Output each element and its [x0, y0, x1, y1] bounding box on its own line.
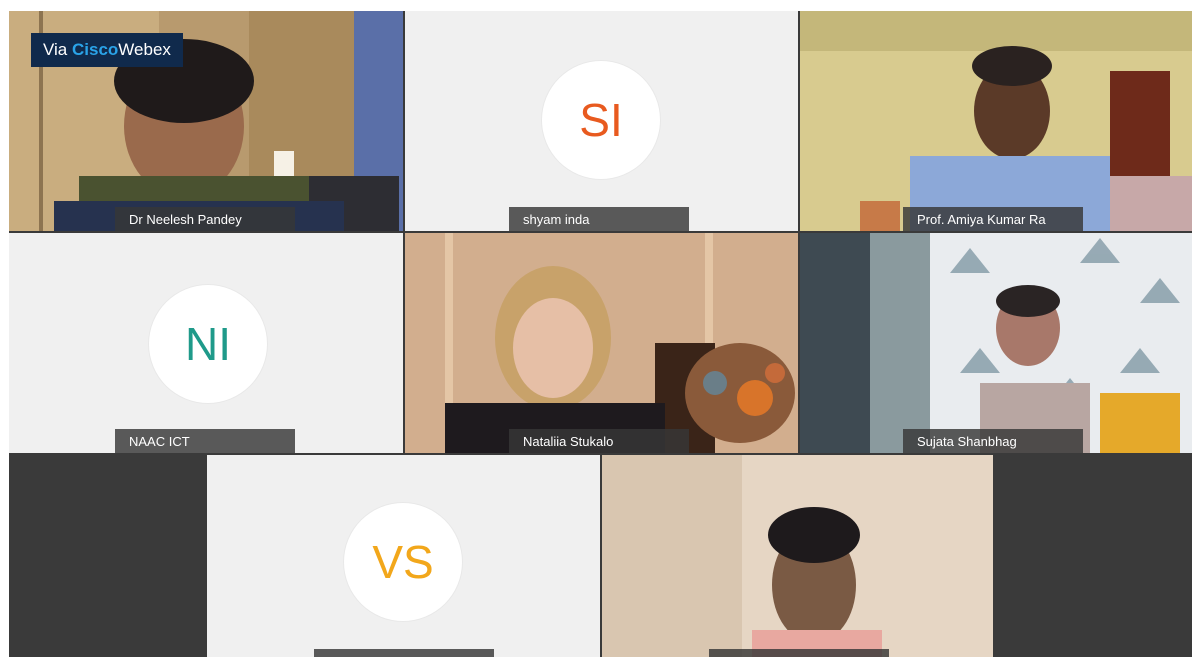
- participant-name: Sujata Shanbhag: [903, 429, 1083, 453]
- participant-name: [314, 649, 494, 657]
- participant-video: [602, 455, 993, 657]
- participant-tile-shyam-inda[interactable]: SI shyam inda: [405, 11, 798, 231]
- participant-name: NAAC ICT: [115, 429, 295, 453]
- participant-tile-sujata-shanbhag[interactable]: Sujata Shanbhag: [800, 233, 1192, 453]
- avatar-initials: VS: [372, 536, 434, 588]
- video-grid: Via CiscoWebex Dr Neelesh Pandey SI shya…: [9, 11, 1192, 657]
- avatar-initials: SI: [579, 94, 623, 146]
- participant-tile-video[interactable]: [602, 455, 993, 657]
- badge-cisco: Cisco: [72, 40, 119, 59]
- webex-badge: Via CiscoWebex: [31, 33, 183, 67]
- badge-via: Via: [43, 40, 68, 59]
- avatar: SI: [542, 61, 660, 179]
- participant-tile-nataliia-stukalo[interactable]: Nataliia Stukalo: [405, 233, 798, 453]
- participant-video: [405, 233, 798, 453]
- participant-tile-vs[interactable]: VS: [207, 455, 600, 657]
- participant-tile-amiya-kumar[interactable]: Prof. Amiya Kumar Ra: [800, 11, 1192, 231]
- badge-webex: Webex: [118, 40, 171, 59]
- participant-tile-naac-ict[interactable]: NI NAAC ICT: [9, 233, 403, 453]
- participant-name: [709, 649, 889, 657]
- participant-name: Nataliia Stukalo: [509, 429, 689, 453]
- participant-tile-neelesh-pandey[interactable]: Via CiscoWebex Dr Neelesh Pandey: [9, 11, 403, 231]
- participant-video: [800, 11, 1192, 231]
- participant-name: Dr Neelesh Pandey: [115, 207, 295, 231]
- avatar: VS: [344, 503, 462, 621]
- participant-name: shyam inda: [509, 207, 689, 231]
- avatar-initials: NI: [185, 318, 231, 370]
- participant-name: Prof. Amiya Kumar Ra: [903, 207, 1083, 231]
- participant-video: [800, 233, 1192, 453]
- avatar: NI: [149, 285, 267, 403]
